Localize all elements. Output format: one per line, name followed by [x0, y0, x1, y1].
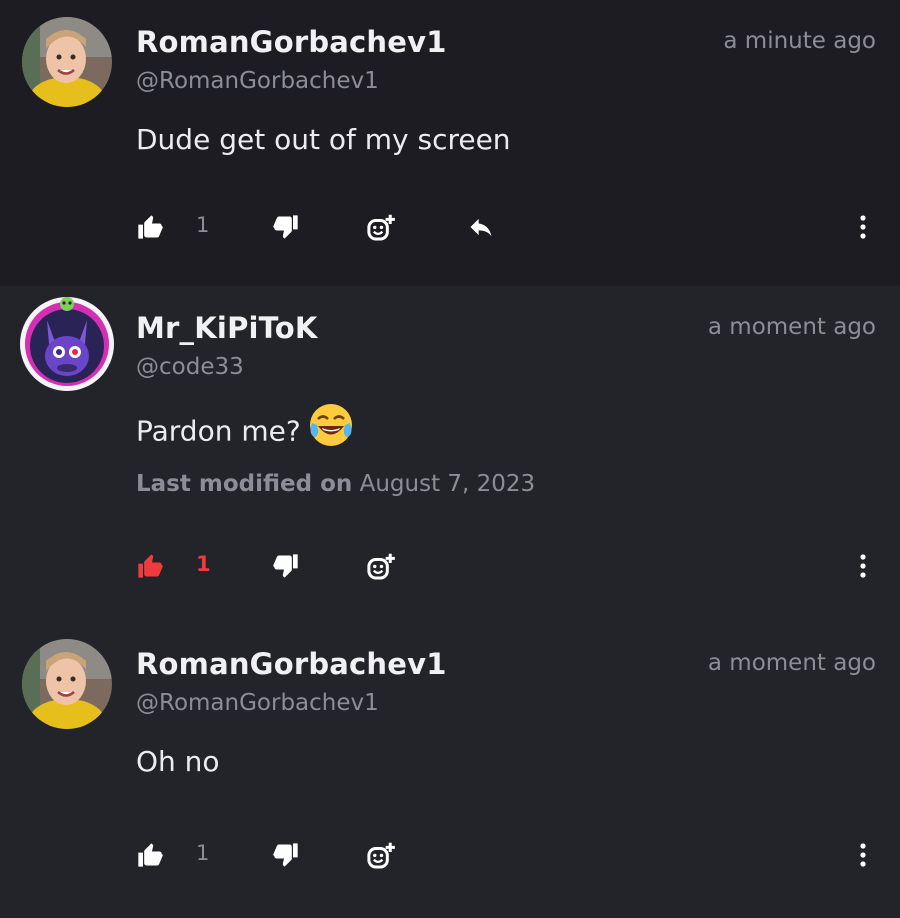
more-vertical-icon — [860, 843, 866, 867]
username[interactable]: RomanGorbachev1 — [136, 647, 447, 681]
add-reaction-icon — [367, 842, 395, 869]
thumbs-up-icon — [138, 215, 163, 239]
like-button[interactable] — [136, 841, 164, 869]
dislike-button[interactable] — [272, 552, 300, 580]
like-count: 1 — [196, 841, 210, 865]
comment-text: Oh no — [136, 745, 220, 778]
avatar[interactable] — [22, 639, 112, 729]
thumbs-up-icon — [138, 843, 163, 867]
like-count: 1 — [196, 213, 210, 237]
modified-date: August 7, 2023 — [359, 471, 536, 497]
thumbs-down-icon — [273, 843, 298, 867]
avatar[interactable] — [19, 296, 115, 392]
username[interactable]: Mr_KiPiToK — [136, 311, 318, 345]
comment-actions: 1 — [0, 835, 900, 875]
more-options-button[interactable] — [852, 213, 874, 241]
user-handle: @RomanGorbachev1 — [136, 690, 379, 716]
timestamp: a moment ago — [707, 650, 876, 676]
more-options-button[interactable] — [852, 841, 874, 869]
comment-text: Pardon me? — [136, 404, 355, 456]
comment-text: Dude get out of my screen — [136, 123, 511, 156]
avatar[interactable] — [22, 17, 112, 107]
thumbs-down-icon — [273, 215, 298, 239]
username[interactable]: RomanGorbachev1 — [136, 25, 447, 59]
thumbs-up-icon — [138, 554, 163, 578]
like-button[interactable] — [136, 213, 164, 241]
comment-text-content: Pardon me? — [136, 414, 301, 448]
timestamp: a minute ago — [723, 28, 876, 54]
comment-item: Mr_KiPiToK @code33 a moment ago Pardon m… — [0, 286, 900, 622]
add-reaction-icon — [367, 553, 395, 580]
like-count: 1 — [196, 552, 211, 576]
comment-actions: 1 — [0, 207, 900, 247]
thumbs-down-icon — [273, 554, 298, 578]
dislike-button[interactable] — [272, 841, 300, 869]
reply-icon — [470, 218, 492, 237]
last-modified: Last modified on August 7, 2023 — [136, 471, 535, 497]
add-reaction-icon — [367, 214, 395, 241]
like-button[interactable] — [136, 552, 164, 580]
user-handle: @code33 — [136, 354, 244, 380]
comment-item: RomanGorbachev1 @RomanGorbachev1 a minut… — [0, 0, 900, 286]
laughing-emoji-icon — [307, 401, 355, 456]
add-reaction-button[interactable] — [366, 552, 395, 580]
add-reaction-button[interactable] — [366, 841, 395, 869]
modified-label: Last modified on — [136, 471, 353, 497]
add-reaction-button[interactable] — [366, 213, 395, 241]
timestamp: a moment ago — [707, 314, 876, 340]
reply-button[interactable] — [466, 213, 494, 241]
more-vertical-icon — [860, 554, 866, 578]
comment-item: RomanGorbachev1 @RomanGorbachev1 a momen… — [0, 622, 900, 918]
more-vertical-icon — [860, 215, 866, 239]
comment-actions: 1 — [0, 546, 900, 586]
user-handle: @RomanGorbachev1 — [136, 68, 379, 94]
dislike-button[interactable] — [272, 213, 300, 241]
more-options-button[interactable] — [852, 552, 874, 580]
